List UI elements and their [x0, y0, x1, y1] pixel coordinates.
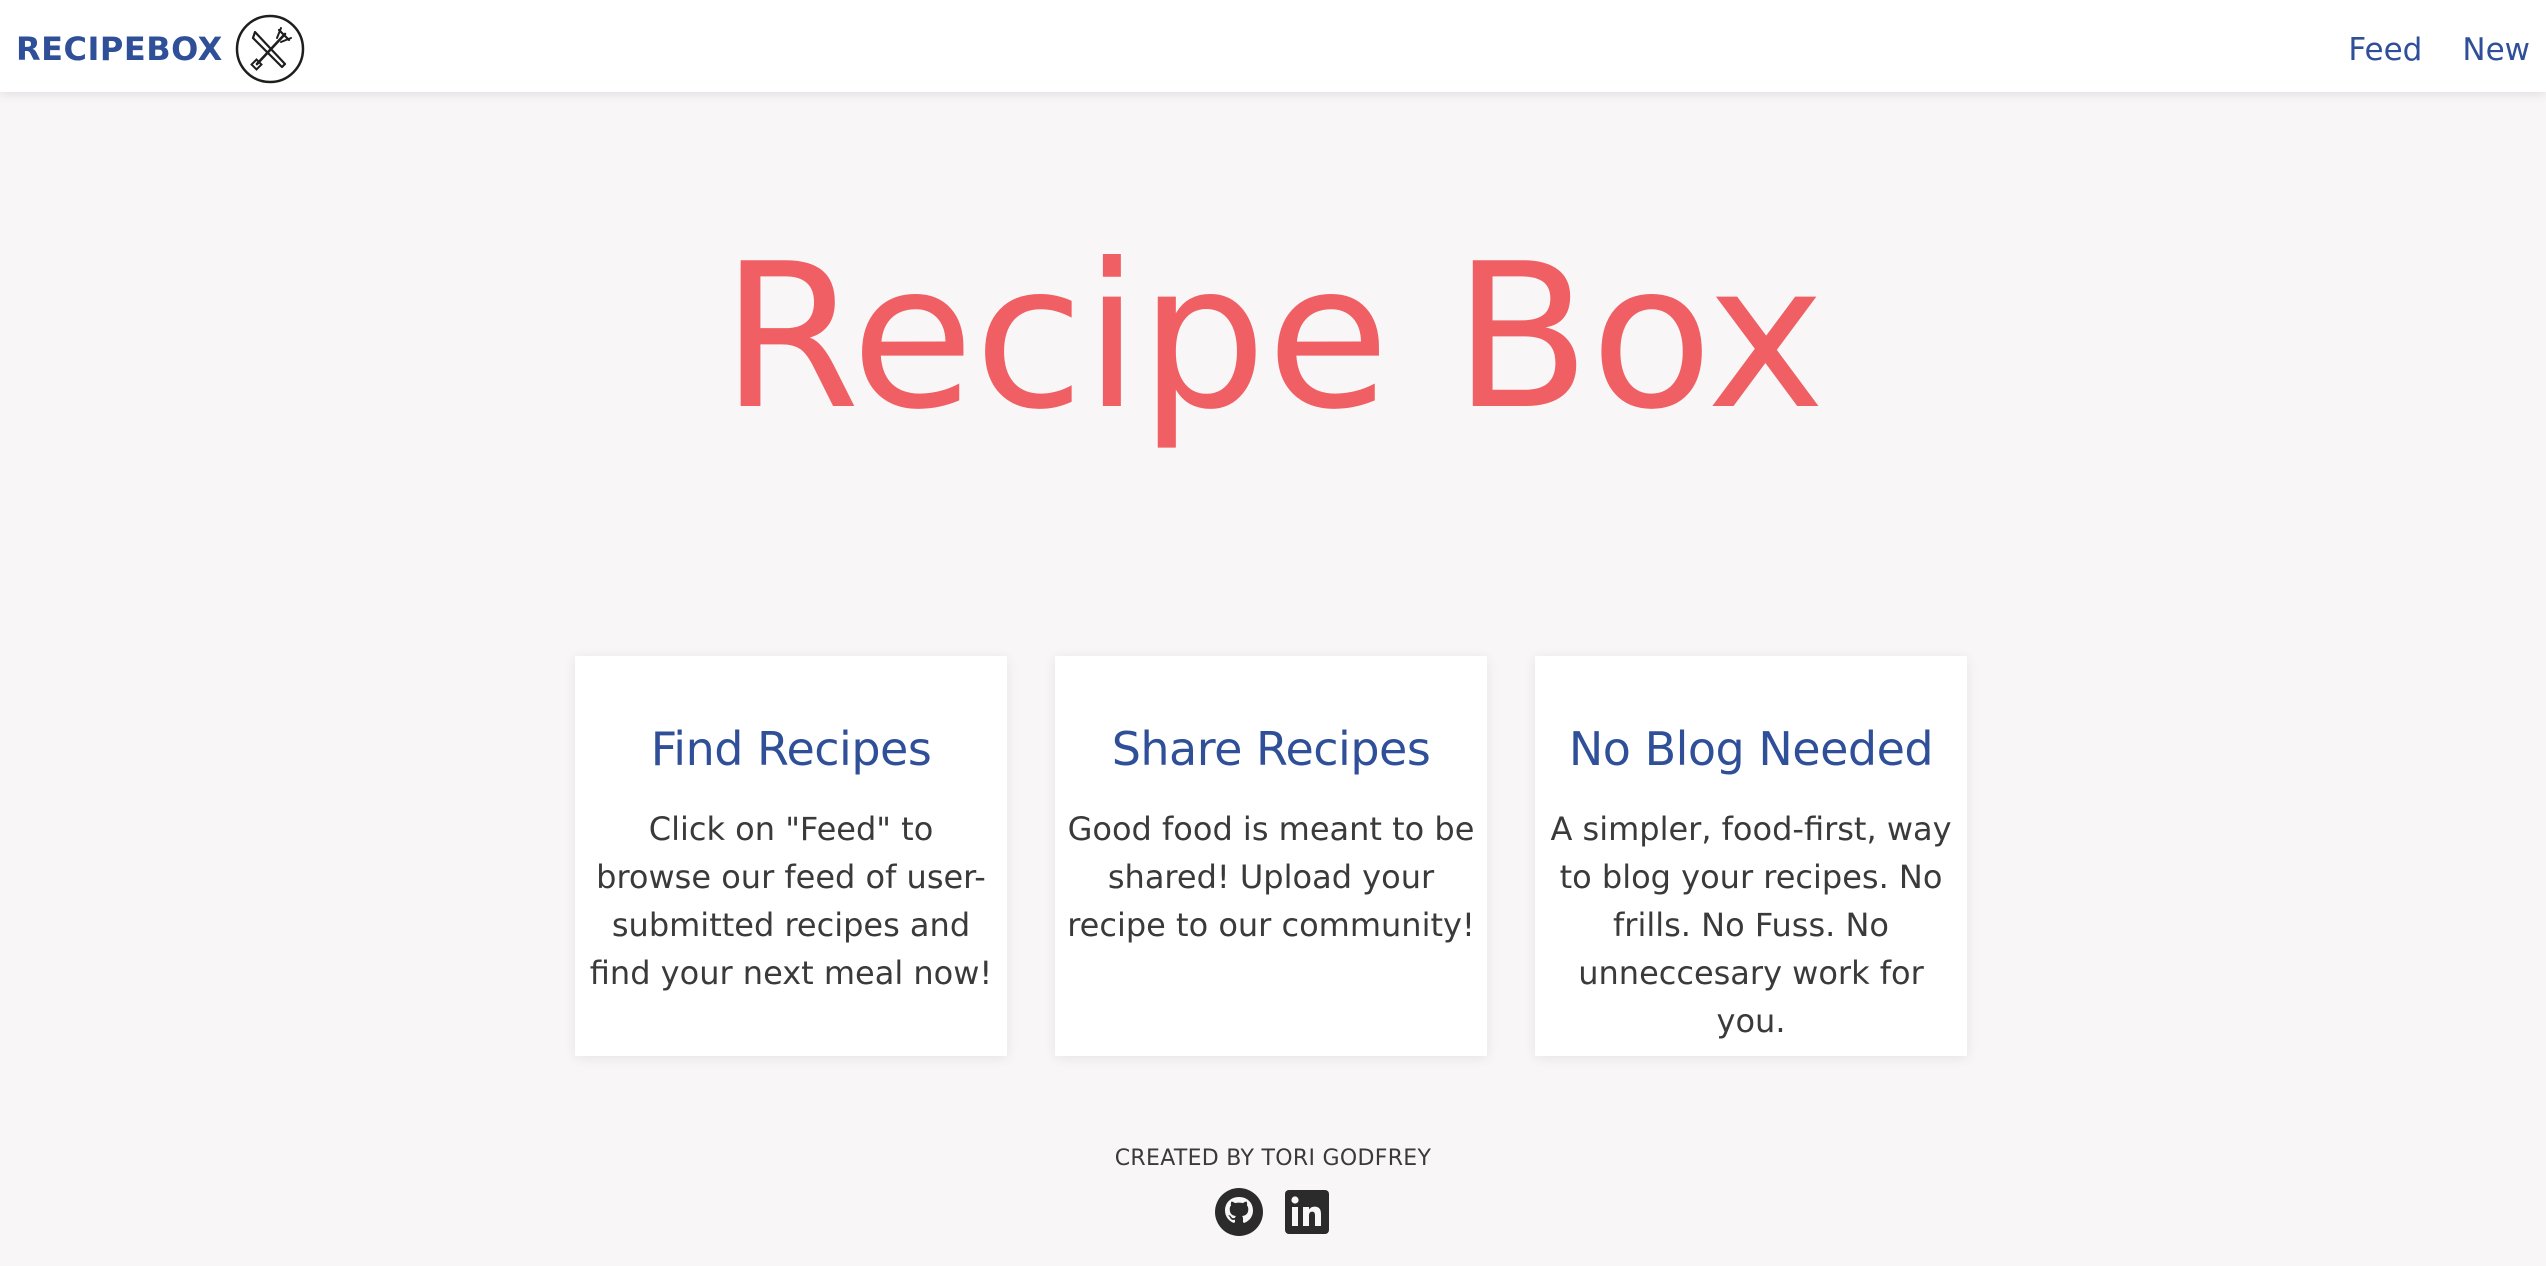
card-body: Good food is meant to be shared! Upload …: [1067, 809, 1475, 944]
footer-credit: CREATED BY TORI GODFREY: [1114, 1146, 1432, 1171]
nav-link-feed[interactable]: Feed: [2348, 32, 2422, 68]
social-links: [0, 1187, 2546, 1237]
hero-title: Recipe Box: [721, 221, 1825, 454]
fork-knife-icon: [235, 14, 305, 84]
feature-card-no-blog-needed: No Blog Needed A simpler, food-first, wa…: [1535, 656, 1967, 1056]
feature-card-find-recipes: Find Recipes Click on "Feed" to browse o…: [575, 656, 1007, 1056]
nav-link-new[interactable]: New: [2462, 32, 2530, 68]
brand-name: RECIPEBOX: [16, 30, 223, 68]
linkedin-icon[interactable]: [1282, 1187, 1332, 1237]
card-title: Find Recipes: [650, 722, 932, 776]
card-title: Share Recipes: [1111, 722, 1431, 776]
feature-card-share-recipes: Share Recipes Good food is meant to be s…: [1055, 656, 1487, 1056]
github-icon[interactable]: [1214, 1187, 1264, 1237]
footer: CREATED BY TORI GODFREY: [0, 1146, 2546, 1237]
card-body: A simpler, food-first, way to blog your …: [1550, 809, 1952, 1040]
card-body: Click on "Feed" to browse our feed of us…: [589, 809, 993, 992]
feature-cards: Find Recipes Click on "Feed" to browse o…: [575, 656, 1967, 1056]
navbar: RECIPEBOX Feed New: [0, 0, 2546, 92]
brand-link[interactable]: RECIPEBOX: [16, 14, 305, 84]
card-title: No Blog Needed: [1568, 722, 1934, 776]
nav-links: Feed New: [2308, 0, 2530, 100]
